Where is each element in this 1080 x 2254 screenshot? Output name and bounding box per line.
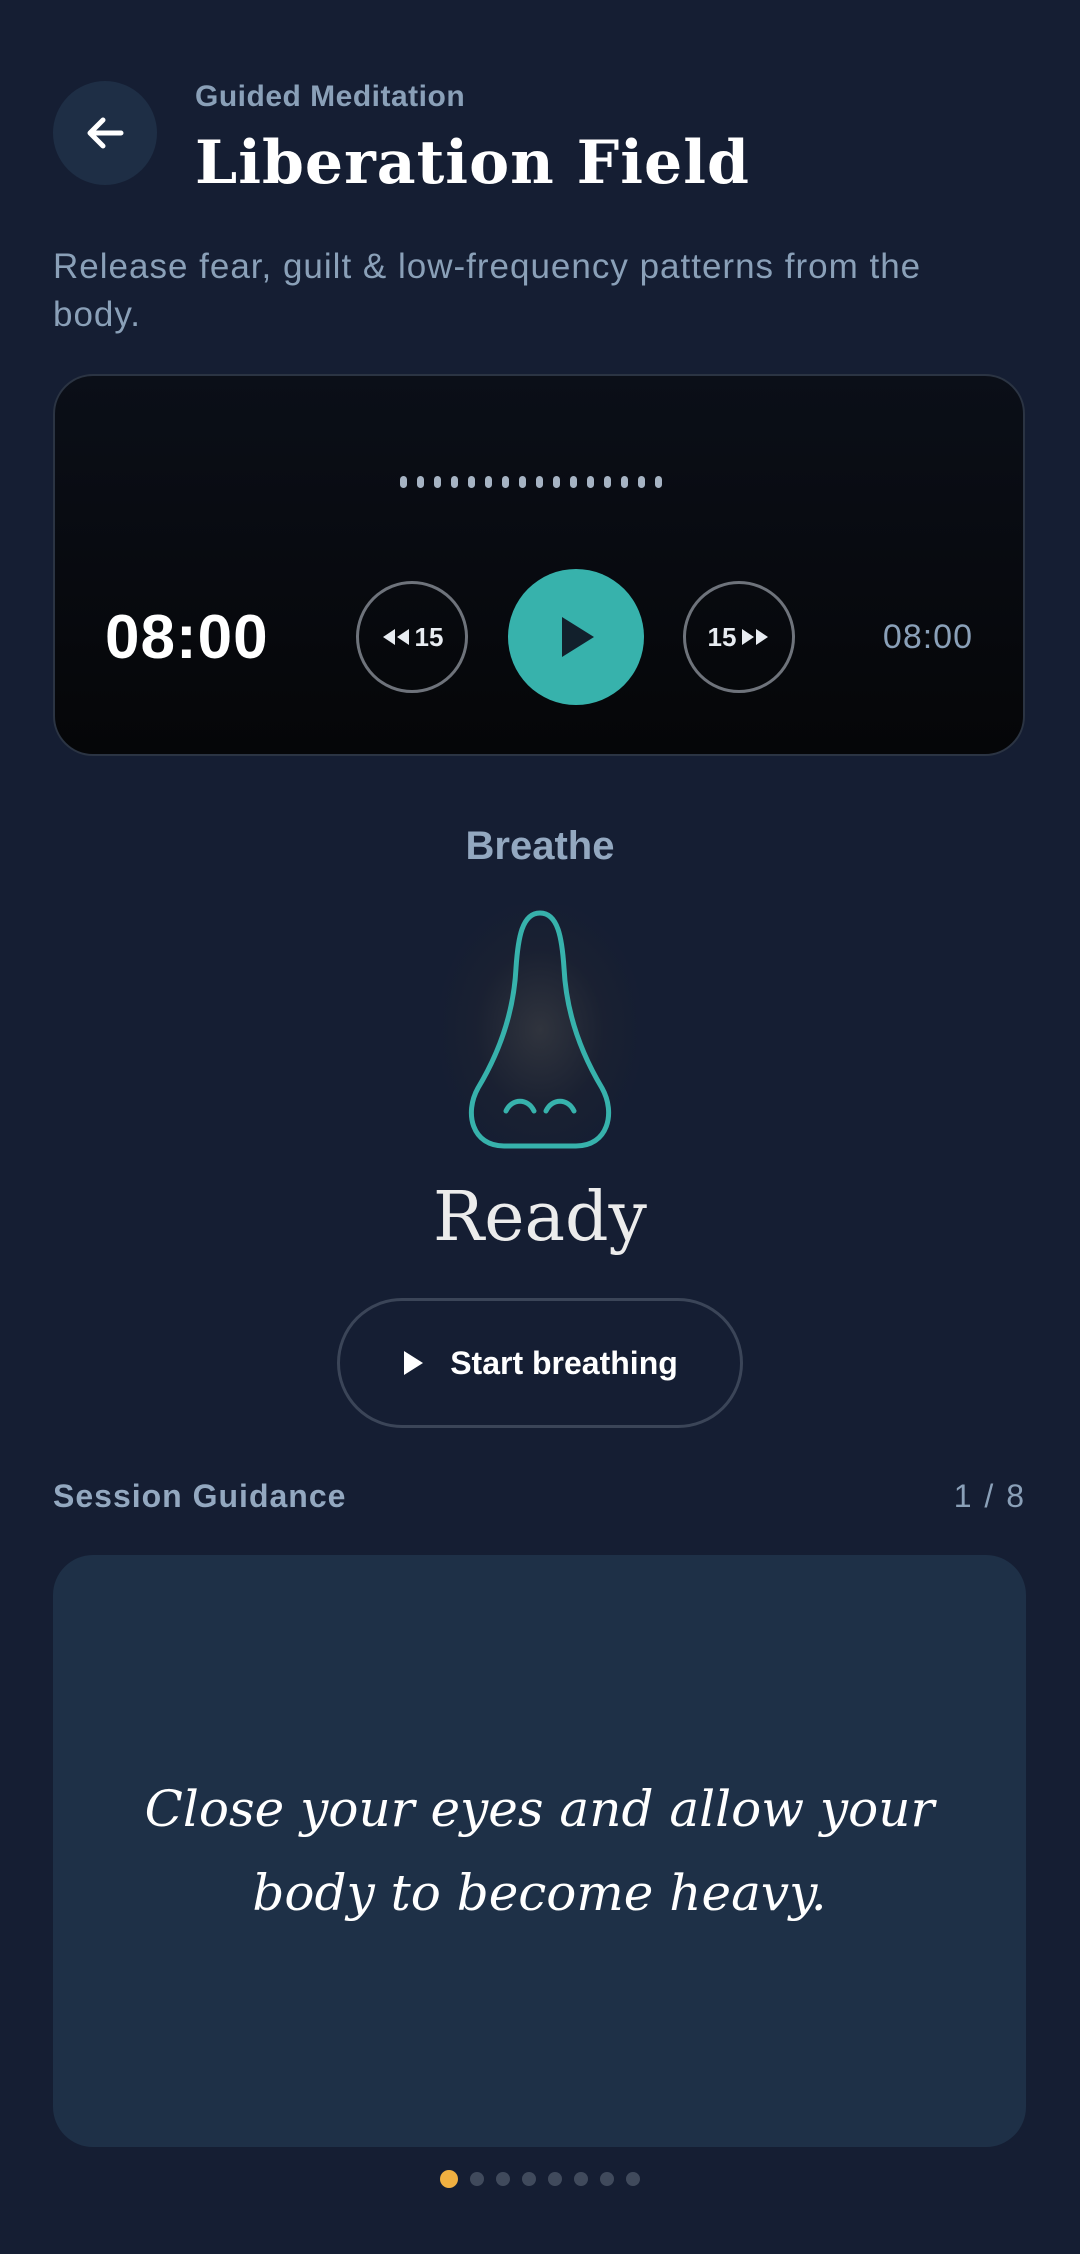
breathing-status: Ready [433, 1178, 647, 1257]
play-button[interactable] [508, 569, 644, 705]
pagination-dot[interactable] [496, 2172, 510, 2186]
pagination-dot[interactable] [574, 2172, 588, 2186]
waveform-bar [417, 476, 424, 488]
breathe-label: Breathe [465, 824, 615, 868]
guidance-card[interactable]: Close your eyes and allow your body to b… [53, 1555, 1026, 2147]
pagination-dot[interactable] [522, 2172, 536, 2186]
skip-back-button[interactable]: 15 [356, 581, 468, 693]
elapsed-time: 08:00 [105, 603, 269, 672]
skip-forward-button[interactable]: 15 [683, 581, 795, 693]
waveform-bar [434, 476, 441, 488]
waveform-bar [468, 476, 475, 488]
waveform-bar [570, 476, 577, 488]
guidance-title: Session Guidance [53, 1478, 347, 1514]
guidance-text: Close your eyes and allow your body to b… [144, 1780, 935, 1922]
skip-back-label: 15 [414, 621, 444, 652]
pagination-dot-active[interactable] [440, 2170, 458, 2188]
page-subtitle: Release fear, guilt & low-frequency patt… [53, 247, 922, 334]
audio-player: 08:00 15 15 08:00 [53, 374, 1025, 756]
waveform-bar [519, 476, 526, 488]
play-icon [404, 1351, 424, 1375]
waveform-bar [485, 476, 492, 488]
waveform [400, 476, 662, 488]
pagination-dot[interactable] [548, 2172, 562, 2186]
pagination-dot[interactable] [600, 2172, 614, 2186]
fast-forward-icon [742, 629, 769, 645]
page-title: Liberation Field [195, 128, 750, 198]
guidance-counter: 1 / 8 [953, 1478, 1026, 1514]
start-breathing-button[interactable]: Start breathing [337, 1298, 743, 1428]
waveform-bar [502, 476, 509, 488]
total-time: 08:00 [882, 618, 973, 656]
waveform-bar [638, 476, 645, 488]
nose-icon [468, 910, 612, 1149]
pagination-dot[interactable] [626, 2172, 640, 2186]
waveform-bar [587, 476, 594, 488]
waveform-bar [451, 476, 458, 488]
waveform-bar [604, 476, 611, 488]
rewind-icon [382, 629, 409, 645]
back-button[interactable] [53, 81, 157, 185]
play-icon [562, 617, 594, 657]
pagination-dots[interactable] [440, 2170, 640, 2188]
start-breathing-label: Start breathing [450, 1344, 678, 1381]
waveform-bar [621, 476, 628, 488]
waveform-bar [536, 476, 543, 488]
skip-forward-label: 15 [707, 621, 737, 652]
waveform-bar [655, 476, 662, 488]
waveform-bar [400, 476, 407, 488]
pagination-dot[interactable] [470, 2172, 484, 2186]
page-eyebrow: Guided Meditation [195, 80, 466, 113]
arrow-left-icon [87, 117, 124, 149]
waveform-bar [553, 476, 560, 488]
